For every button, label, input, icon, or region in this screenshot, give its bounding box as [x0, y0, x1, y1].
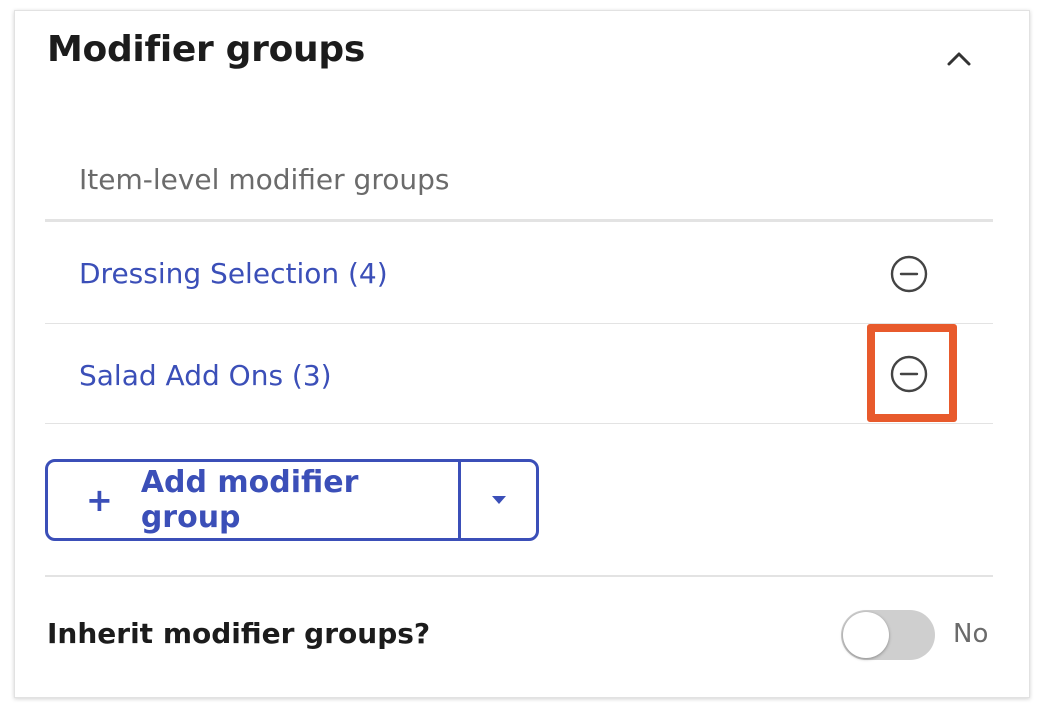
panel-title: Modifier groups [47, 29, 365, 70]
remove-modifier-group-button[interactable] [889, 254, 929, 294]
modifier-group-link-salad-add-ons[interactable]: Salad Add Ons (3) [79, 359, 332, 392]
chevron-up-icon [947, 52, 971, 66]
divider [45, 323, 993, 324]
inherit-modifier-groups-toggle[interactable] [841, 610, 935, 660]
section-label: Item-level modifier groups [79, 163, 450, 196]
divider [45, 575, 993, 577]
toggle-state-text: No [953, 619, 989, 649]
divider [45, 423, 993, 424]
add-modifier-group-dropdown-button[interactable] [461, 462, 536, 538]
modifier-groups-panel: Modifier groups Item-level modifier grou… [14, 10, 1030, 698]
highlight-box [867, 324, 957, 422]
toggle-knob [843, 612, 889, 658]
collapse-button[interactable] [941, 41, 977, 77]
add-modifier-group-split-button: + Add modifier group [45, 459, 539, 541]
minus-circle-icon [890, 255, 928, 293]
add-modifier-group-button[interactable]: + Add modifier group [48, 462, 461, 538]
caret-down-icon [491, 496, 506, 504]
add-modifier-group-label: Add modifier group [140, 465, 359, 535]
modifier-group-link-dressing-selection[interactable]: Dressing Selection (4) [79, 257, 388, 290]
plus-icon: + [86, 481, 113, 519]
divider [45, 219, 993, 222]
inherit-modifier-groups-label: Inherit modifier groups? [47, 617, 431, 650]
